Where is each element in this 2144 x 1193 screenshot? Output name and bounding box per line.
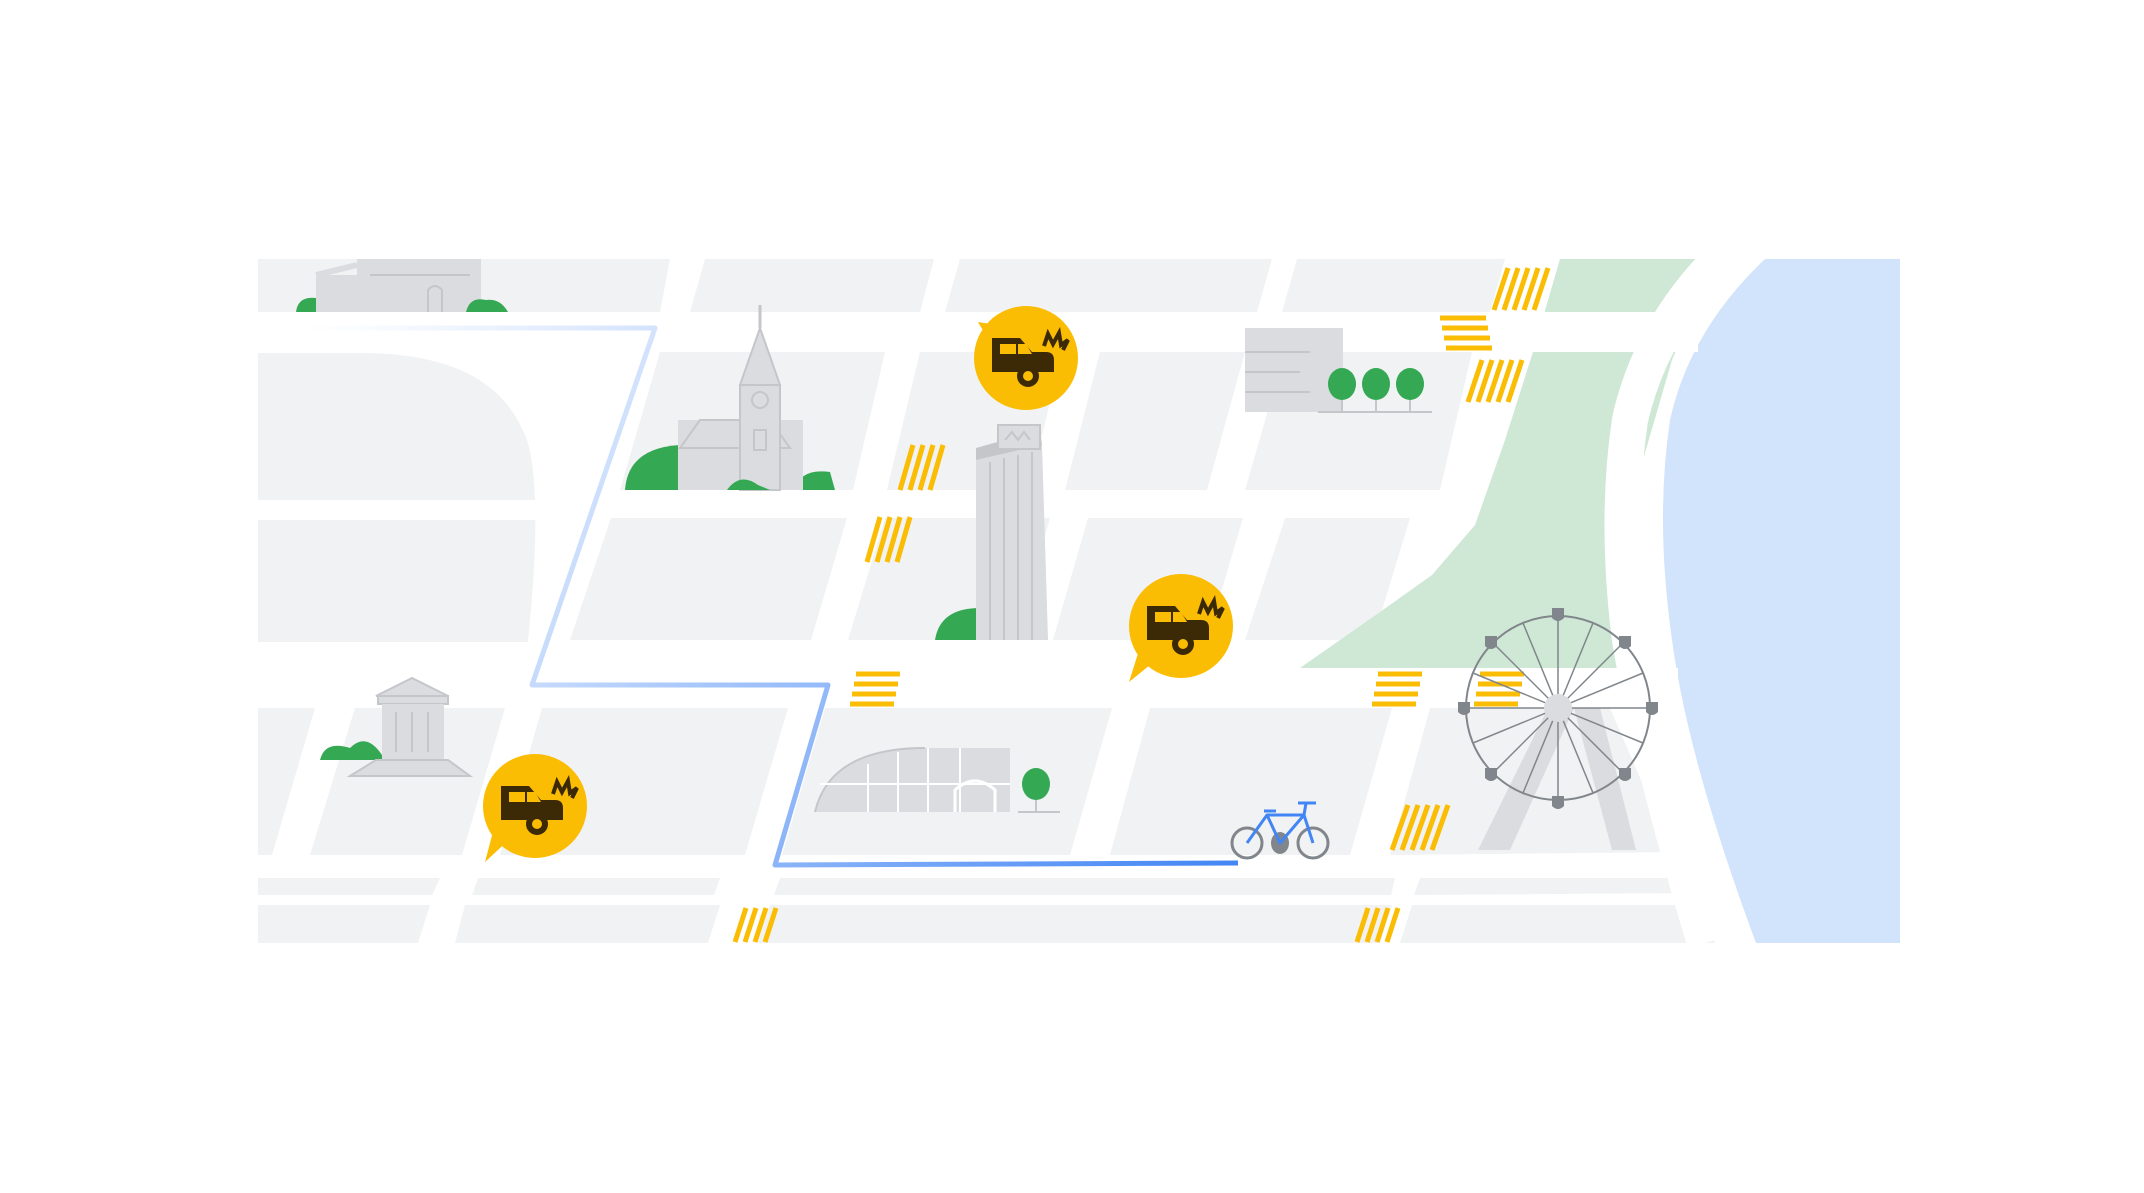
alert-crash-1[interactable] [974, 306, 1078, 410]
map-illustration [0, 0, 2144, 1193]
map-canvas [258, 259, 1900, 943]
